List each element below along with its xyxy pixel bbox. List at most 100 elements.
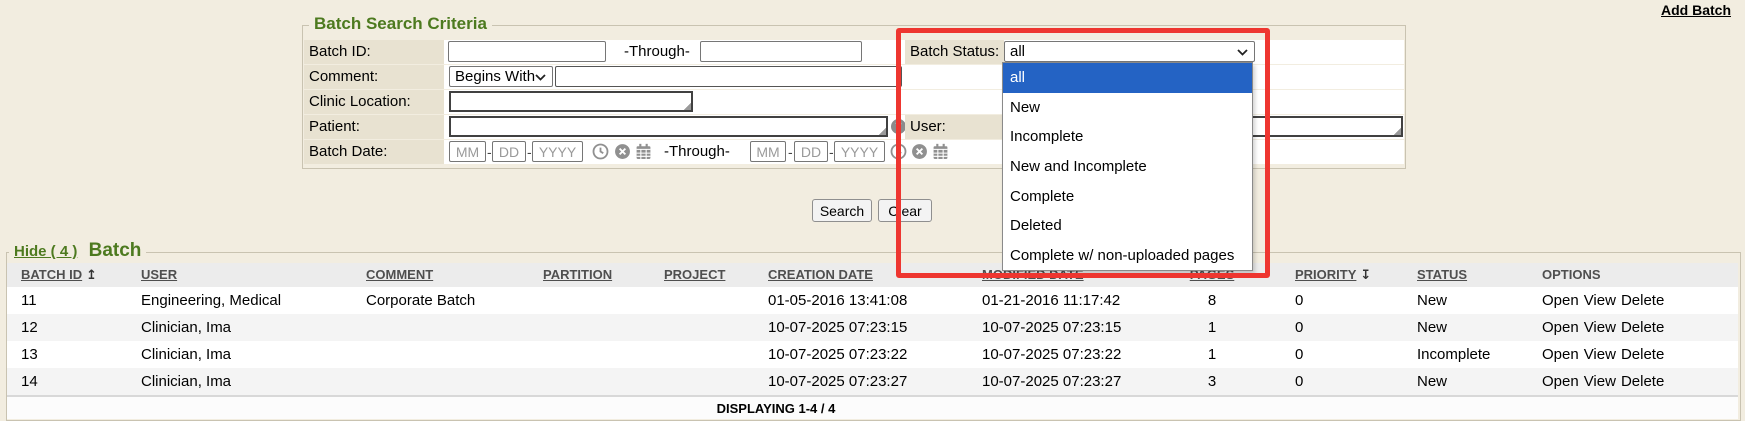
date-separator: - — [829, 140, 834, 164]
cell-modified-date: 10-07-2025 07:23:27 — [982, 368, 1121, 395]
cell-pages: 8 — [1167, 287, 1257, 314]
cell-priority: 0 — [1295, 368, 1303, 395]
open-batch-link[interactable]: Open — [1542, 319, 1579, 336]
delete-batch-link[interactable]: Delete — [1621, 292, 1664, 309]
batch-status-selected-value: all — [1010, 43, 1025, 60]
cell-priority: 0 — [1295, 287, 1303, 314]
cell-status: Incomplete — [1417, 341, 1490, 368]
clear-date-icon[interactable] — [911, 143, 928, 160]
patient-help-icon[interactable]: ? — [891, 119, 906, 134]
batch-status-option[interactable]: Incomplete — [1003, 122, 1252, 152]
batch-status-option[interactable]: Deleted — [1003, 211, 1252, 241]
page: Add Batch Batch Search Criteria Batch ID… — [0, 0, 1745, 419]
column-creation-date[interactable]: CREATION DATE — [768, 263, 873, 287]
cell-status: New — [1417, 287, 1447, 314]
cell-user: Clinician, Ima — [141, 314, 231, 341]
column-priority[interactable]: PRIORITY↧ — [1295, 263, 1371, 287]
cell-user: Clinician, Ima — [141, 368, 231, 395]
batch-date-to-mm-input[interactable] — [750, 141, 786, 162]
cell-options: Open View Delete — [1542, 287, 1669, 314]
calendar-icon[interactable] — [635, 143, 652, 160]
chevron-down-icon — [1237, 49, 1248, 56]
column-user[interactable]: USER — [141, 263, 177, 287]
cell-creation-date: 10-07-2025 07:23:22 — [768, 341, 907, 368]
batch-status-option[interactable]: New and Incomplete — [1003, 152, 1252, 182]
table-footer: DISPLAYING 1-4 / 4 — [7, 395, 1738, 419]
cell-pages: 1 — [1167, 314, 1257, 341]
cell-options: Open View Delete — [1542, 314, 1669, 341]
open-batch-link[interactable]: Open — [1542, 292, 1579, 309]
cell-modified-date: 01-21-2016 11:17:42 — [982, 287, 1120, 314]
batch-id-to-input[interactable] — [700, 41, 862, 62]
batch-date-from-dd-input[interactable] — [492, 141, 526, 162]
calendar-icon[interactable] — [932, 143, 949, 160]
column-partition[interactable]: PARTITION — [543, 263, 612, 287]
view-batch-link[interactable]: View — [1584, 292, 1616, 309]
results-panel-legend: Hide ( 4 ) Batch — [9, 240, 146, 262]
column-batch-id[interactable]: BATCH ID↥ — [21, 263, 97, 287]
cell-priority: 0 — [1295, 314, 1303, 341]
delete-batch-link[interactable]: Delete — [1621, 373, 1664, 390]
time-picker-icon[interactable] — [890, 143, 907, 160]
cell-status: New — [1417, 314, 1447, 341]
cell-creation-date: 01-05-2016 13:41:08 — [768, 287, 907, 314]
delete-batch-link[interactable]: Delete — [1621, 319, 1664, 336]
batch-date-from-mm-input[interactable] — [449, 141, 486, 162]
date-separator: - — [487, 140, 492, 164]
open-batch-link[interactable]: Open — [1542, 373, 1579, 390]
batch-date-through-label: -Through- — [664, 140, 730, 164]
cell-pages: 1 — [1167, 341, 1257, 368]
cell-creation-date: 10-07-2025 07:23:27 — [768, 368, 907, 395]
clear-button[interactable]: Clear — [878, 199, 932, 222]
patient-input[interactable] — [449, 116, 888, 137]
search-panel-legend: Batch Search Criteria — [309, 14, 492, 34]
batch-status-select[interactable]: all — [1004, 41, 1255, 62]
batch-date-to-yyyy-input[interactable] — [834, 141, 885, 162]
cell-modified-date: 10-07-2025 07:23:22 — [982, 341, 1121, 368]
batch-date-from-yyyy-input[interactable] — [532, 141, 583, 162]
hide-results-link[interactable]: Hide ( 4 ) — [14, 243, 77, 260]
batch-date-to-dd-input[interactable] — [794, 141, 828, 162]
cell-status: New — [1417, 368, 1447, 395]
column-status[interactable]: STATUS — [1417, 263, 1467, 287]
batch-id-row: Batch ID: -Through- Batch Status: all — [304, 40, 1404, 64]
open-batch-link[interactable]: Open — [1542, 346, 1579, 363]
search-button[interactable]: Search — [812, 199, 872, 222]
batch-id-through-label: -Through- — [624, 40, 690, 64]
table-row: 14Clinician, Ima10-07-2025 07:23:2710-07… — [7, 368, 1738, 395]
clinic-location-input[interactable] — [449, 91, 693, 112]
cell-options: Open View Delete — [1542, 341, 1669, 368]
clear-date-icon[interactable] — [614, 143, 631, 160]
table-header: BATCH ID↥ USER COMMENT PARTITION PROJECT… — [7, 263, 1738, 287]
add-batch-link[interactable]: Add Batch — [1661, 2, 1731, 18]
batch-status-option[interactable]: Complete — [1003, 181, 1252, 211]
date-separator: - — [788, 140, 793, 164]
time-picker-icon[interactable] — [592, 143, 609, 160]
sort-ascending-icon: ↥ — [86, 263, 97, 287]
batch-status-option[interactable]: New — [1003, 93, 1252, 123]
view-batch-link[interactable]: View — [1584, 319, 1616, 336]
table-row: 13Clinician, Ima10-07-2025 07:23:2210-07… — [7, 341, 1738, 368]
batch-id-from-input[interactable] — [448, 41, 606, 62]
view-batch-link[interactable]: View — [1584, 373, 1616, 390]
column-comment[interactable]: COMMENT — [366, 263, 433, 287]
batch-status-dropdown-list: allNewIncompleteNew and IncompleteComple… — [1002, 62, 1253, 271]
results-legend-title: Batch — [89, 240, 142, 261]
table-row: 11Engineering, MedicalCorporate Batch01-… — [7, 287, 1738, 314]
column-options: OPTIONS — [1542, 263, 1601, 287]
comment-input[interactable] — [555, 66, 902, 87]
cell-priority: 0 — [1295, 341, 1303, 368]
user-label: User: — [905, 115, 1004, 139]
column-project[interactable]: PROJECT — [664, 263, 725, 287]
date-separator: - — [527, 140, 532, 164]
batch-date-label: Batch Date: — [304, 140, 444, 164]
cell-pages: 3 — [1167, 368, 1257, 395]
batch-status-option[interactable]: all — [1003, 63, 1252, 93]
comment-match-select[interactable]: Begins With — [449, 66, 553, 87]
view-batch-link[interactable]: View — [1584, 346, 1616, 363]
batch-id-label: Batch ID: — [304, 40, 444, 64]
batch-results-panel: Hide ( 4 ) Batch BATCH ID↥ USER COMMENT … — [6, 252, 1741, 421]
delete-batch-link[interactable]: Delete — [1621, 346, 1664, 363]
batch-status-option[interactable]: Complete w/ non-uploaded pages — [1003, 240, 1252, 270]
patient-label: Patient: — [304, 115, 444, 139]
